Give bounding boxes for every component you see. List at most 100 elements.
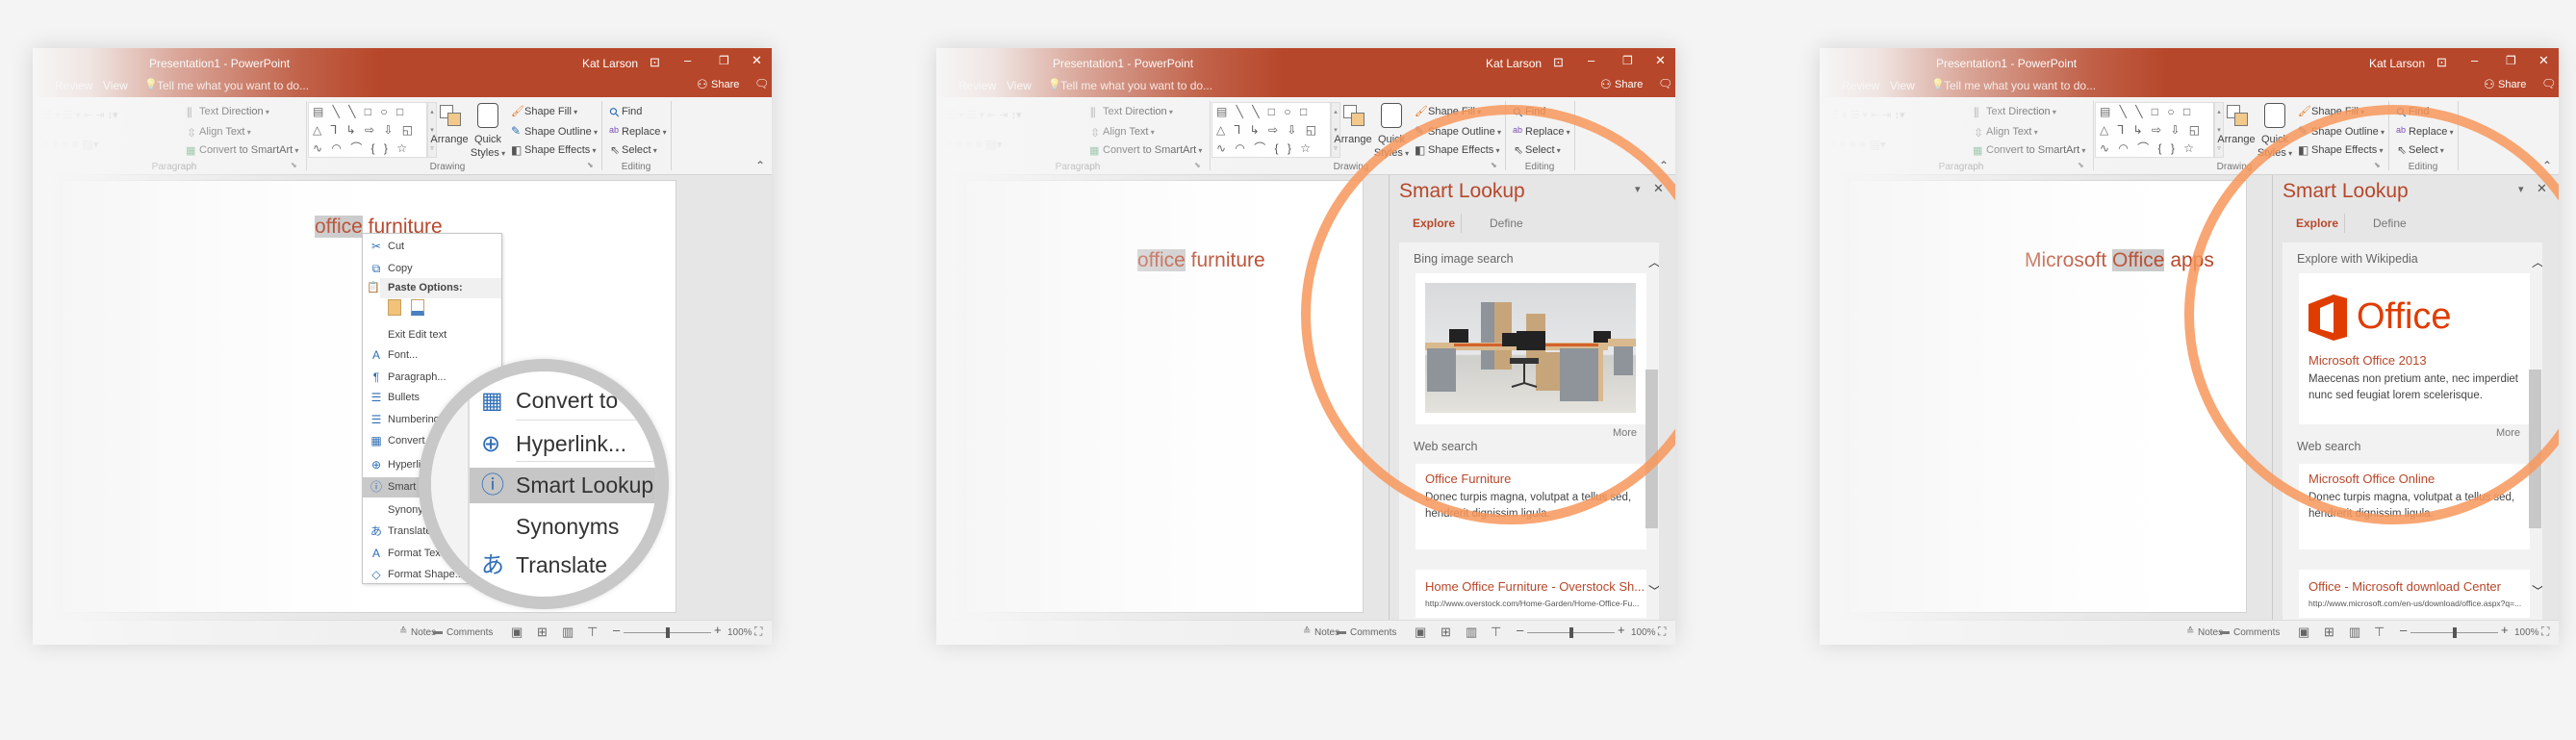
comments-icon[interactable]: 🗨 [2541, 77, 2556, 90]
arrange-button[interactable]: Arrange [2217, 134, 2255, 145]
shape-gallery-row[interactable]: ∿ ◠ ⌒ { } ☆ [1216, 140, 1330, 158]
tab-review[interactable]: Review [55, 79, 92, 92]
web-result[interactable]: Office Furniture Donec turpis magna, volu… [1416, 464, 1646, 549]
shape-outline-button[interactable]: Shape Outline [2311, 126, 2385, 138]
gallery-scroll[interactable]: ▴ ▾ ▿ [2214, 102, 2224, 158]
fit-to-window-icon[interactable]: ⛶ [1658, 625, 1666, 639]
slide[interactable]: office furniture [965, 180, 1364, 613]
normal-view-icon[interactable]: ▣ [2298, 625, 2309, 640]
user-name[interactable]: Kat Larson [582, 57, 638, 70]
collapse-ribbon-icon[interactable]: ⌃ [1659, 159, 1669, 172]
more-link[interactable]: More [2496, 427, 2520, 439]
comments-icon[interactable]: 🗨 [754, 77, 769, 90]
shape-effects-button[interactable]: Shape Effects [2311, 144, 2384, 156]
shape-effects-button[interactable]: Shape Effects [1428, 144, 1500, 156]
shape-gallery-row[interactable]: △ ⅂ ↳ ⇨ ⇩ ◱ [1216, 121, 1330, 140]
slide-sorter-icon[interactable]: ⊞ [1441, 625, 1451, 640]
text-direction-button[interactable]: Text Direction [199, 106, 269, 117]
select-button[interactable]: Select [2409, 144, 2444, 156]
shape-effects-button[interactable]: Shape Effects [524, 144, 597, 156]
context-menu-item[interactable]: Exit Edit text [363, 325, 501, 345]
context-menu-item[interactable]: ⧉ Copy [363, 259, 501, 279]
shape-gallery-row[interactable]: ∿ ◠ ⌒ { } ☆ [313, 140, 426, 158]
shape-gallery-row[interactable]: ▤ ╲ ╲ □ ○ □ [1216, 103, 1330, 121]
fit-to-window-icon[interactable]: ⛶ [754, 625, 762, 639]
magnified-menu-item[interactable]: ⊕ Hyperlink... [470, 426, 656, 462]
ribbon-display-options-icon[interactable]: ⊡ [2436, 55, 2447, 70]
quick-styles-button[interactable]: Quick [1378, 134, 1405, 145]
more-link[interactable]: More [1613, 427, 1637, 439]
shape-gallery[interactable]: ▤ ╲ ╲ □ ○ □ △ ⅂ ↳ ⇨ ⇩ ◱ ∿ ◠ ⌒ { } ☆ [308, 102, 427, 158]
slide-text[interactable]: office furniture [1137, 249, 1265, 272]
zoom-slider-thumb[interactable] [1569, 627, 1573, 638]
paste-keep-formatting-icon[interactable] [388, 299, 401, 316]
wiki-result-title[interactable]: Microsoft Office 2013 [2308, 353, 2427, 368]
tab-define[interactable]: Define [2373, 217, 2407, 230]
tab-explore[interactable]: Explore [1413, 217, 1455, 230]
slide-sorter-icon[interactable]: ⊞ [2324, 625, 2334, 640]
zoom-in-button[interactable]: + [714, 623, 722, 637]
share-button[interactable]: Share [711, 79, 739, 90]
web-result-title[interactable]: Home Office Furniture - Overstock Sh... [1425, 579, 1645, 594]
quick-styles-button[interactable]: Quick [2261, 134, 2288, 145]
tell-me-input[interactable]: Tell me what you want to do... [157, 79, 309, 92]
pane-options-icon[interactable]: ▾ [1635, 183, 1641, 195]
shape-gallery-row[interactable]: ▤ ╲ ╲ □ ○ □ [313, 103, 426, 121]
close-button[interactable]: ✕ [752, 53, 762, 68]
normal-view-icon[interactable]: ▣ [511, 625, 523, 640]
align-icons[interactable]: ≡ ≡ ≡ ≡ ▤▾ [1829, 138, 1886, 151]
user-name[interactable]: Kat Larson [1486, 57, 1542, 70]
shape-gallery[interactable]: ▤ ╲ ╲ □ ○ □ △ ⅂ ↳ ⇨ ⇩ ◱ ∿ ◠ ⌒ { } ☆ [1211, 102, 1331, 158]
quick-styles-button-line2[interactable]: Styles [2257, 147, 2292, 159]
restore-button[interactable]: ❐ [719, 54, 729, 67]
find-button[interactable]: Find [622, 106, 642, 117]
zoom-slider-thumb[interactable] [2452, 627, 2457, 638]
quick-styles-button-line2[interactable]: Styles [1374, 147, 1409, 159]
context-menu-item[interactable]: Paste Options: 📋 [367, 278, 501, 298]
zoom-slider-thumb[interactable] [665, 627, 670, 638]
close-button[interactable]: ✕ [1655, 53, 1666, 68]
arrange-button[interactable]: Arrange [1334, 134, 1371, 145]
zoom-in-button[interactable]: + [1618, 623, 1625, 637]
bullets-icon[interactable]: ☰ ▾ ☰ ▾ ⇤ ⇥ ↕▾ [946, 109, 1022, 121]
web-result-title[interactable]: Office Furniture [1425, 472, 1511, 486]
find-button[interactable]: Find [1525, 106, 1545, 117]
share-button[interactable]: Share [1615, 79, 1643, 90]
replace-button[interactable]: Replace [2409, 126, 2454, 138]
shape-gallery[interactable]: ▤ ╲ ╲ □ ○ □ △ ⅂ ↳ ⇨ ⇩ ◱ ∿ ◠ ⌒ { } ☆ [2095, 102, 2214, 158]
slide-text-selected[interactable]: Office [2112, 249, 2165, 271]
magnified-menu-item[interactable]: Synonyms [470, 509, 656, 545]
align-text-button[interactable]: Align Text [1986, 126, 2038, 138]
align-icons[interactable]: ≡ ≡ ≡ ≡ ▤▾ [946, 138, 1003, 151]
magnified-menu-item[interactable]: ▦ Convert to [470, 383, 656, 419]
collapse-ribbon-icon[interactable]: ⌃ [2542, 159, 2552, 172]
ribbon-display-options-icon[interactable]: ⊡ [1553, 55, 1564, 70]
web-result[interactable]: Microsoft Office Online Donec turpis magn… [2299, 464, 2530, 549]
gallery-scroll[interactable]: ▴ ▾ ▿ [1331, 102, 1340, 158]
bullets-icon[interactable]: ☰ ▾ ☰ ▾ ⇤ ⇥ ↕▾ [42, 109, 118, 121]
shape-fill-button[interactable]: Shape Fill [2311, 106, 2364, 117]
fit-to-window-icon[interactable]: ⛶ [2541, 625, 2549, 639]
zoom-slider[interactable] [2410, 627, 2498, 638]
scrollbar-thumb[interactable] [2529, 370, 2541, 528]
comments-icon[interactable]: 🗨 [1658, 77, 1672, 90]
reading-view-icon[interactable]: ▥ [2349, 625, 2360, 640]
comments-button[interactable]: Comments [2233, 627, 2280, 638]
shape-gallery-row[interactable]: △ ⅂ ↳ ⇨ ⇩ ◱ [313, 121, 426, 140]
shape-gallery-row[interactable]: ▤ ╲ ╲ □ ○ □ [2100, 103, 2213, 121]
context-menu-item[interactable]: ✂ Cut [363, 237, 501, 257]
ribbon-display-options-icon[interactable]: ⊡ [650, 55, 660, 70]
minimize-button[interactable]: – [2471, 53, 2478, 67]
align-text-button[interactable]: Align Text [1103, 126, 1155, 138]
reading-view-icon[interactable]: ▥ [562, 625, 574, 640]
comments-button[interactable]: Comments [1350, 627, 1396, 638]
magnified-menu-item[interactable]: ⓘ Smart Lookup [470, 468, 656, 503]
zoom-slider[interactable] [1527, 627, 1615, 638]
shape-gallery-row[interactable]: ∿ ◠ ⌒ { } ☆ [2100, 140, 2213, 158]
normal-view-icon[interactable]: ▣ [1415, 625, 1426, 640]
slide[interactable]: Microsoft Office apps [1849, 180, 2247, 613]
slideshow-icon[interactable]: ⊤ [1491, 625, 1501, 640]
convert-smartart-button[interactable]: Convert to SmartArt [1103, 144, 1202, 156]
bullets-icon[interactable]: ☰ ▾ ☰ ▾ ⇤ ⇥ ↕▾ [1829, 109, 1905, 121]
slide-text[interactable]: Microsoft Office apps [2025, 249, 2214, 272]
